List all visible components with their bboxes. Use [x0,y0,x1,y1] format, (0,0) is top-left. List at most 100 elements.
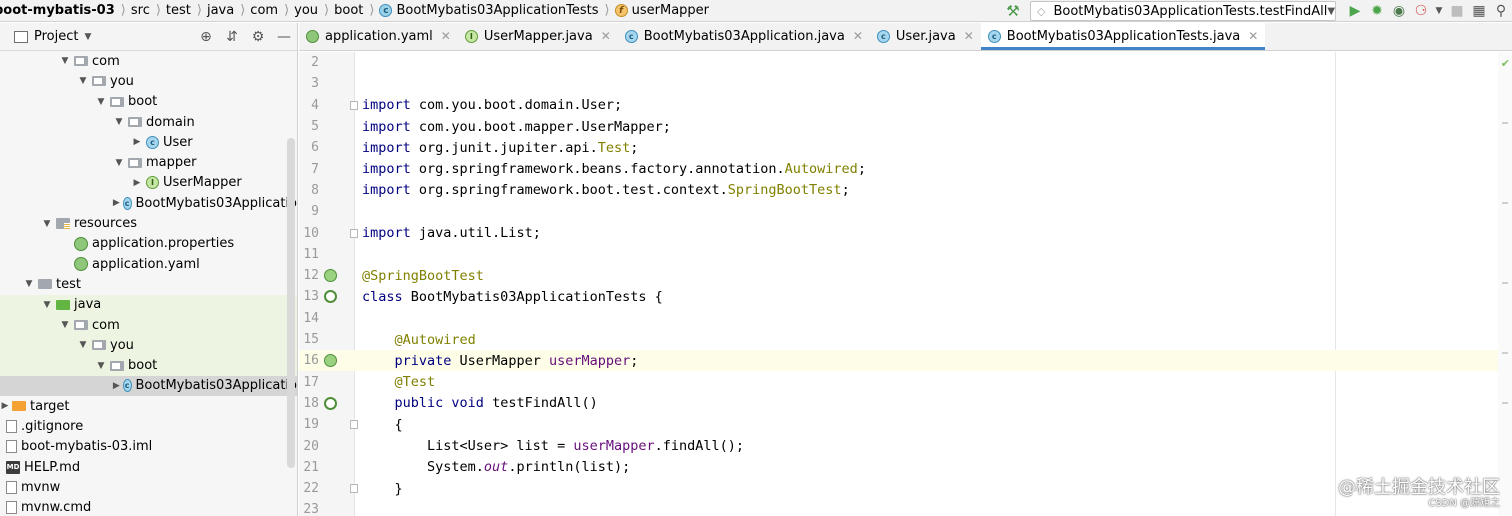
collapse-arrow-icon[interactable]: ▶ [130,178,144,188]
run-with-coverage-icon[interactable]: ◉ [1388,0,1410,22]
tree-item-label: mvnw [21,479,61,495]
excluded-folder-icon [12,401,26,412]
run-configuration-select[interactable]: ◇ BootMybatis03ApplicationTests.testFind… [1030,1,1336,21]
expand-arrow-icon[interactable]: ▼ [112,158,126,168]
close-icon[interactable]: ✕ [964,29,974,43]
collapse-all-icon[interactable]: ⇵ [219,29,245,45]
code-token: import [362,161,419,178]
locate-target-icon[interactable]: ⊕ [193,29,219,45]
close-icon[interactable]: ✕ [441,29,451,43]
expand-arrow-icon[interactable]: ▼ [112,117,126,127]
code-text: @SpringBootTest [362,268,484,284]
tree-item[interactable]: ▼ com [0,51,297,71]
collapse-arrow-icon[interactable]: ▶ [130,137,144,147]
tree-item[interactable]: .gitignore [0,416,297,436]
hide-panel-icon[interactable]: — [271,29,297,45]
run-test-icon[interactable] [324,396,337,410]
search-everywhere-icon[interactable]: ⚲ [1490,0,1512,22]
tree-item[interactable]: application.yaml [0,254,297,274]
expand-arrow-icon[interactable]: ▼ [76,340,90,350]
profiler-icon[interactable]: ⚆ [1410,0,1432,22]
tree-item[interactable]: ▶ I UserMapper [0,173,297,193]
scrollbar[interactable] [287,138,295,468]
debug-icon[interactable]: ✹ [1366,0,1388,22]
code-editor[interactable]: 2 3 4 import com.you.boot.domain.User; 5 impo… [299,52,1512,516]
expand-arrow-icon[interactable]: ▼ [58,320,72,330]
tree-item[interactable]: ▼ mapper [0,152,297,172]
editor-tab[interactable]: application.yaml ✕ [299,22,458,50]
gear-icon[interactable]: ⚙ [245,29,271,45]
tree-item[interactable]: ▼ boot [0,355,297,376]
fold-marker-icon[interactable] [350,420,358,430]
editor-tab[interactable]: c BootMybatis03Application.java ✕ [618,22,870,50]
project-tool-window: Project ▼ ⊕ ⇵ ⚙ — ▼ com ▼ you ▼ boot ▼ domain ▶ c… [0,23,298,516]
project-structure-icon[interactable]: ▦ [1468,0,1490,22]
run-test-icon[interactable] [324,290,337,304]
breadcrumb-item[interactable]: test [164,0,194,22]
tree-item[interactable]: MD HELP.md [0,457,297,477]
tree-item[interactable]: ▶ c User [0,132,297,152]
tree-item[interactable]: application.properties [0,234,297,254]
chevron-down-icon[interactable]: ▼ [84,32,91,42]
expand-arrow-icon[interactable]: ▼ [40,219,54,229]
breadcrumb-item[interactable]: boot [332,0,366,22]
line-number: 4 [311,97,319,113]
fold-marker-icon[interactable] [350,228,358,238]
fold-marker-icon[interactable] [350,100,358,110]
tree-item[interactable]: ▶ c BootMybatis03Applicatio [0,375,297,397]
tree-item[interactable]: mvnw [0,477,297,497]
no-problems-check-icon[interactable]: ✔ [1501,57,1510,70]
editor-tab[interactable]: c User.java ✕ [870,22,981,50]
expand-arrow-icon[interactable]: ▼ [40,300,54,310]
stop-icon[interactable]: ■ [1446,0,1468,22]
breadcrumb-item[interactable]: java [205,0,237,22]
project-panel-title[interactable]: Project [34,29,78,44]
build-hammer-icon[interactable]: ⚒ [1004,2,1022,20]
collapse-arrow-icon[interactable]: ▶ [112,381,121,391]
spring-bean-icon[interactable] [324,269,337,283]
tree-item[interactable]: ▼ java [0,294,297,315]
breadcrumb-item[interactable]: src [129,0,153,22]
editor-tab-label: BootMybatis03ApplicationTests.java [1006,28,1241,44]
expand-arrow-icon[interactable]: ▼ [94,97,108,107]
chevron-down-icon[interactable]: ▼ [1432,0,1446,22]
expand-arrow-icon[interactable]: ▼ [22,279,36,289]
expand-arrow-icon[interactable]: ▼ [76,76,90,86]
fold-marker-icon[interactable] [350,484,358,494]
code-line: 10 import java.util.List; [299,222,1512,243]
expand-arrow-icon[interactable]: ▼ [94,361,108,371]
close-icon[interactable]: ✕ [1248,29,1258,43]
tree-item[interactable]: ▼ boot [0,92,297,112]
tree-item[interactable]: ▼ you [0,335,297,356]
tree-item[interactable]: ▶ c BootMybatis03Applicatio [0,193,297,213]
collapse-arrow-icon[interactable]: ▶ [0,401,10,411]
code-line: 20 List<User> list = userMapper.findAll(… [299,435,1512,456]
breadcrumb-item[interactable]: c BootMybatis03ApplicationTests [377,0,601,22]
code-text: class BootMybatis03ApplicationTests { [362,289,663,305]
tree-item[interactable]: mvnw.cmd [0,498,297,516]
breadcrumb-item[interactable]: f userMapper [613,0,712,22]
run-configuration-label: BootMybatis03ApplicationTests.testFindAl… [1053,3,1328,19]
tree-item[interactable]: ▼ resources [0,213,297,233]
tree-item[interactable]: boot-mybatis-03.iml [0,437,297,457]
editor-tab[interactable]: c BootMybatis03ApplicationTests.java ✕ [980,22,1266,50]
tree-item[interactable]: ▼ test [0,274,297,294]
close-icon[interactable]: ✕ [853,29,863,43]
breadcrumb-item[interactable]: you [292,0,321,22]
close-icon[interactable]: ✕ [601,29,611,43]
code-token: import [362,225,419,242]
code-token: ; [841,182,850,199]
tree-item[interactable]: ▼ you [0,71,297,91]
editor-tab[interactable]: I UserMapper.java ✕ [458,22,618,50]
breadcrumb-item[interactable]: boot-mybatis-03 [0,0,118,22]
editor-scrollbar[interactable]: ✔ [1498,52,1512,516]
collapse-arrow-icon[interactable]: ▶ [112,198,121,208]
expand-arrow-icon[interactable]: ▼ [58,56,72,66]
tree-item[interactable]: ▼ domain [0,112,297,132]
run-icon[interactable]: ▶ [1344,0,1366,22]
tree-item[interactable]: ▶ target [0,396,297,416]
tree-item[interactable]: ▼ com [0,314,297,336]
breadcrumb-item[interactable]: com [248,0,281,22]
spring-bean-icon[interactable] [324,354,337,368]
